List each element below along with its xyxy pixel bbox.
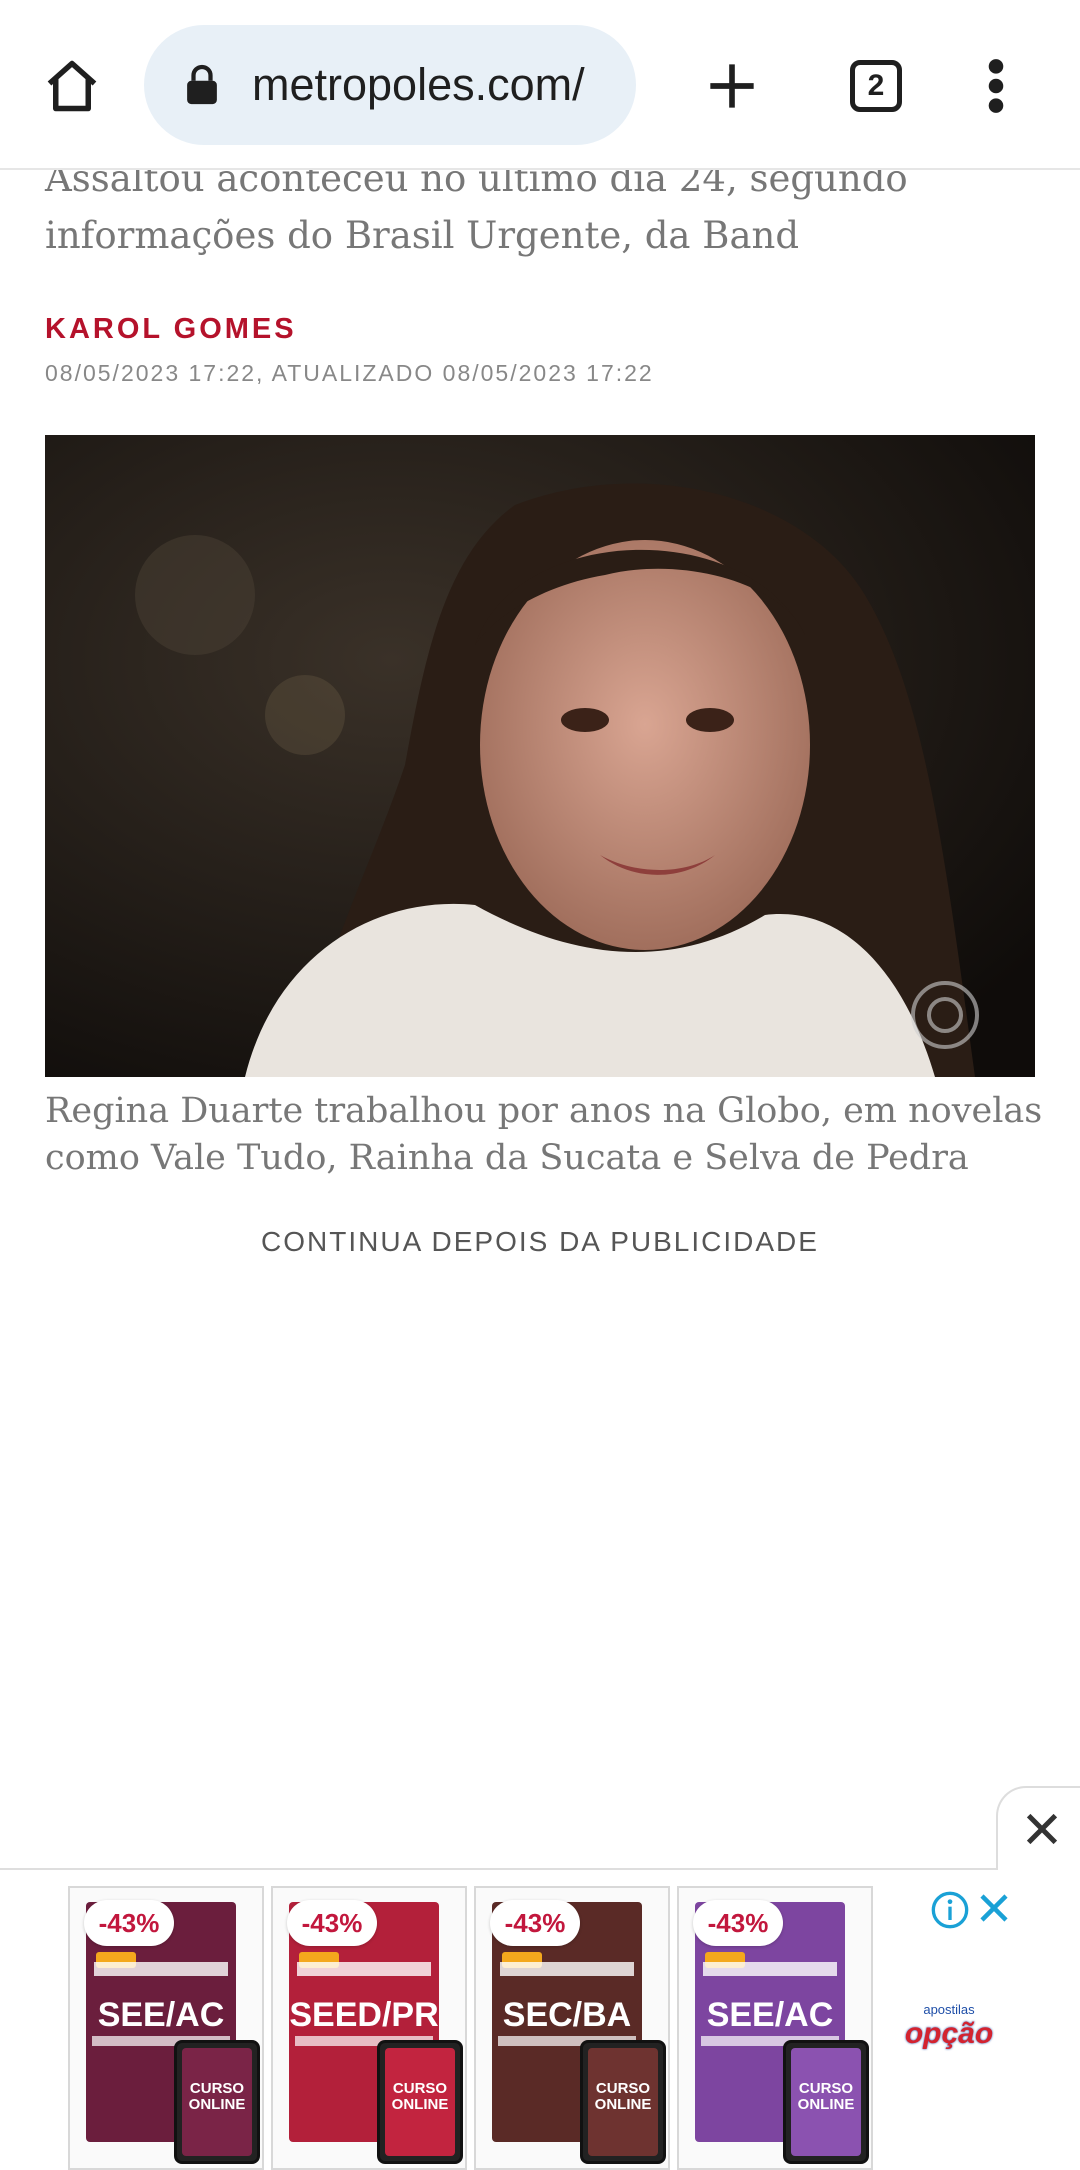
- book-code: SEC/BA: [502, 1996, 632, 2034]
- home-icon[interactable]: [30, 44, 114, 128]
- ad-product-card[interactable]: SEC/BA CURSO ONLINE -43%: [474, 1886, 670, 2170]
- ad-info-icon[interactable]: [930, 1890, 970, 1930]
- browser-toolbar: metropoles.com/ 2: [0, 0, 1080, 170]
- publish-date: 08/05/2023 17:22, ATUALIZADO 08/05/2023 …: [45, 360, 654, 386]
- photo-caption: Regina Duarte trabalhou por anos na Glob…: [45, 1091, 1043, 1178]
- discount-badge: -43%: [693, 1900, 783, 1946]
- brand-name: opção: [904, 2016, 994, 2050]
- ad-product-card[interactable]: SEE/AC CURSO ONLINE -43%: [68, 1886, 264, 2170]
- tablet-image: CURSO ONLINE: [377, 2040, 463, 2164]
- discount-badge: -43%: [84, 1900, 174, 1946]
- tablet-label: CURSO ONLINE: [188, 2080, 246, 2113]
- ad-close-button[interactable]: [996, 1786, 1080, 1870]
- tab-switcher-button[interactable]: 2: [834, 44, 918, 128]
- brand-small-text: apostilas: [923, 2001, 975, 2017]
- book-code: SEE/AC: [97, 1996, 225, 2034]
- tablet-image: CURSO ONLINE: [580, 2040, 666, 2164]
- url-text: metropoles.com/: [252, 59, 585, 110]
- tab-count: 2: [850, 60, 902, 112]
- tablet-label: CURSO ONLINE: [594, 2080, 652, 2113]
- book-code: SEED/PR: [289, 1996, 439, 2034]
- lock-icon: [182, 60, 222, 110]
- tablet-image: CURSO ONLINE: [174, 2040, 260, 2164]
- discount-badge: -43%: [287, 1900, 377, 1946]
- article-photo: [45, 435, 1035, 1077]
- ad-dismiss-icon[interactable]: [976, 1890, 1016, 1930]
- ad-notice: CONTINUA DEPOIS DA PUBLICIDADE: [261, 1226, 819, 1257]
- book-code: SEE/AC: [706, 1996, 834, 2034]
- author-name[interactable]: KAROL GOMES: [45, 313, 297, 346]
- overflow-menu-icon[interactable]: [956, 44, 1036, 128]
- discount-badge: -43%: [490, 1900, 580, 1946]
- address-bar[interactable]: metropoles.com/: [144, 25, 636, 145]
- new-tab-plus-icon[interactable]: [690, 44, 774, 128]
- close-icon: [1026, 1813, 1058, 1845]
- tablet-label: CURSO ONLINE: [391, 2080, 449, 2113]
- tablet-image: CURSO ONLINE: [783, 2040, 869, 2164]
- tablet-label: CURSO ONLINE: [797, 2080, 855, 2113]
- ad-product-card[interactable]: SEED/PR CURSO ONLINE -43%: [271, 1886, 467, 2170]
- bottom-ad-banner[interactable]: SEE/AC CURSO ONLINE -43% SEED/PR CURSO O…: [0, 1868, 1080, 2170]
- ad-product-card[interactable]: SEE/AC CURSO ONLINE -43%: [677, 1886, 873, 2170]
- advertiser-logo[interactable]: apostilas opção: [894, 1996, 1004, 2056]
